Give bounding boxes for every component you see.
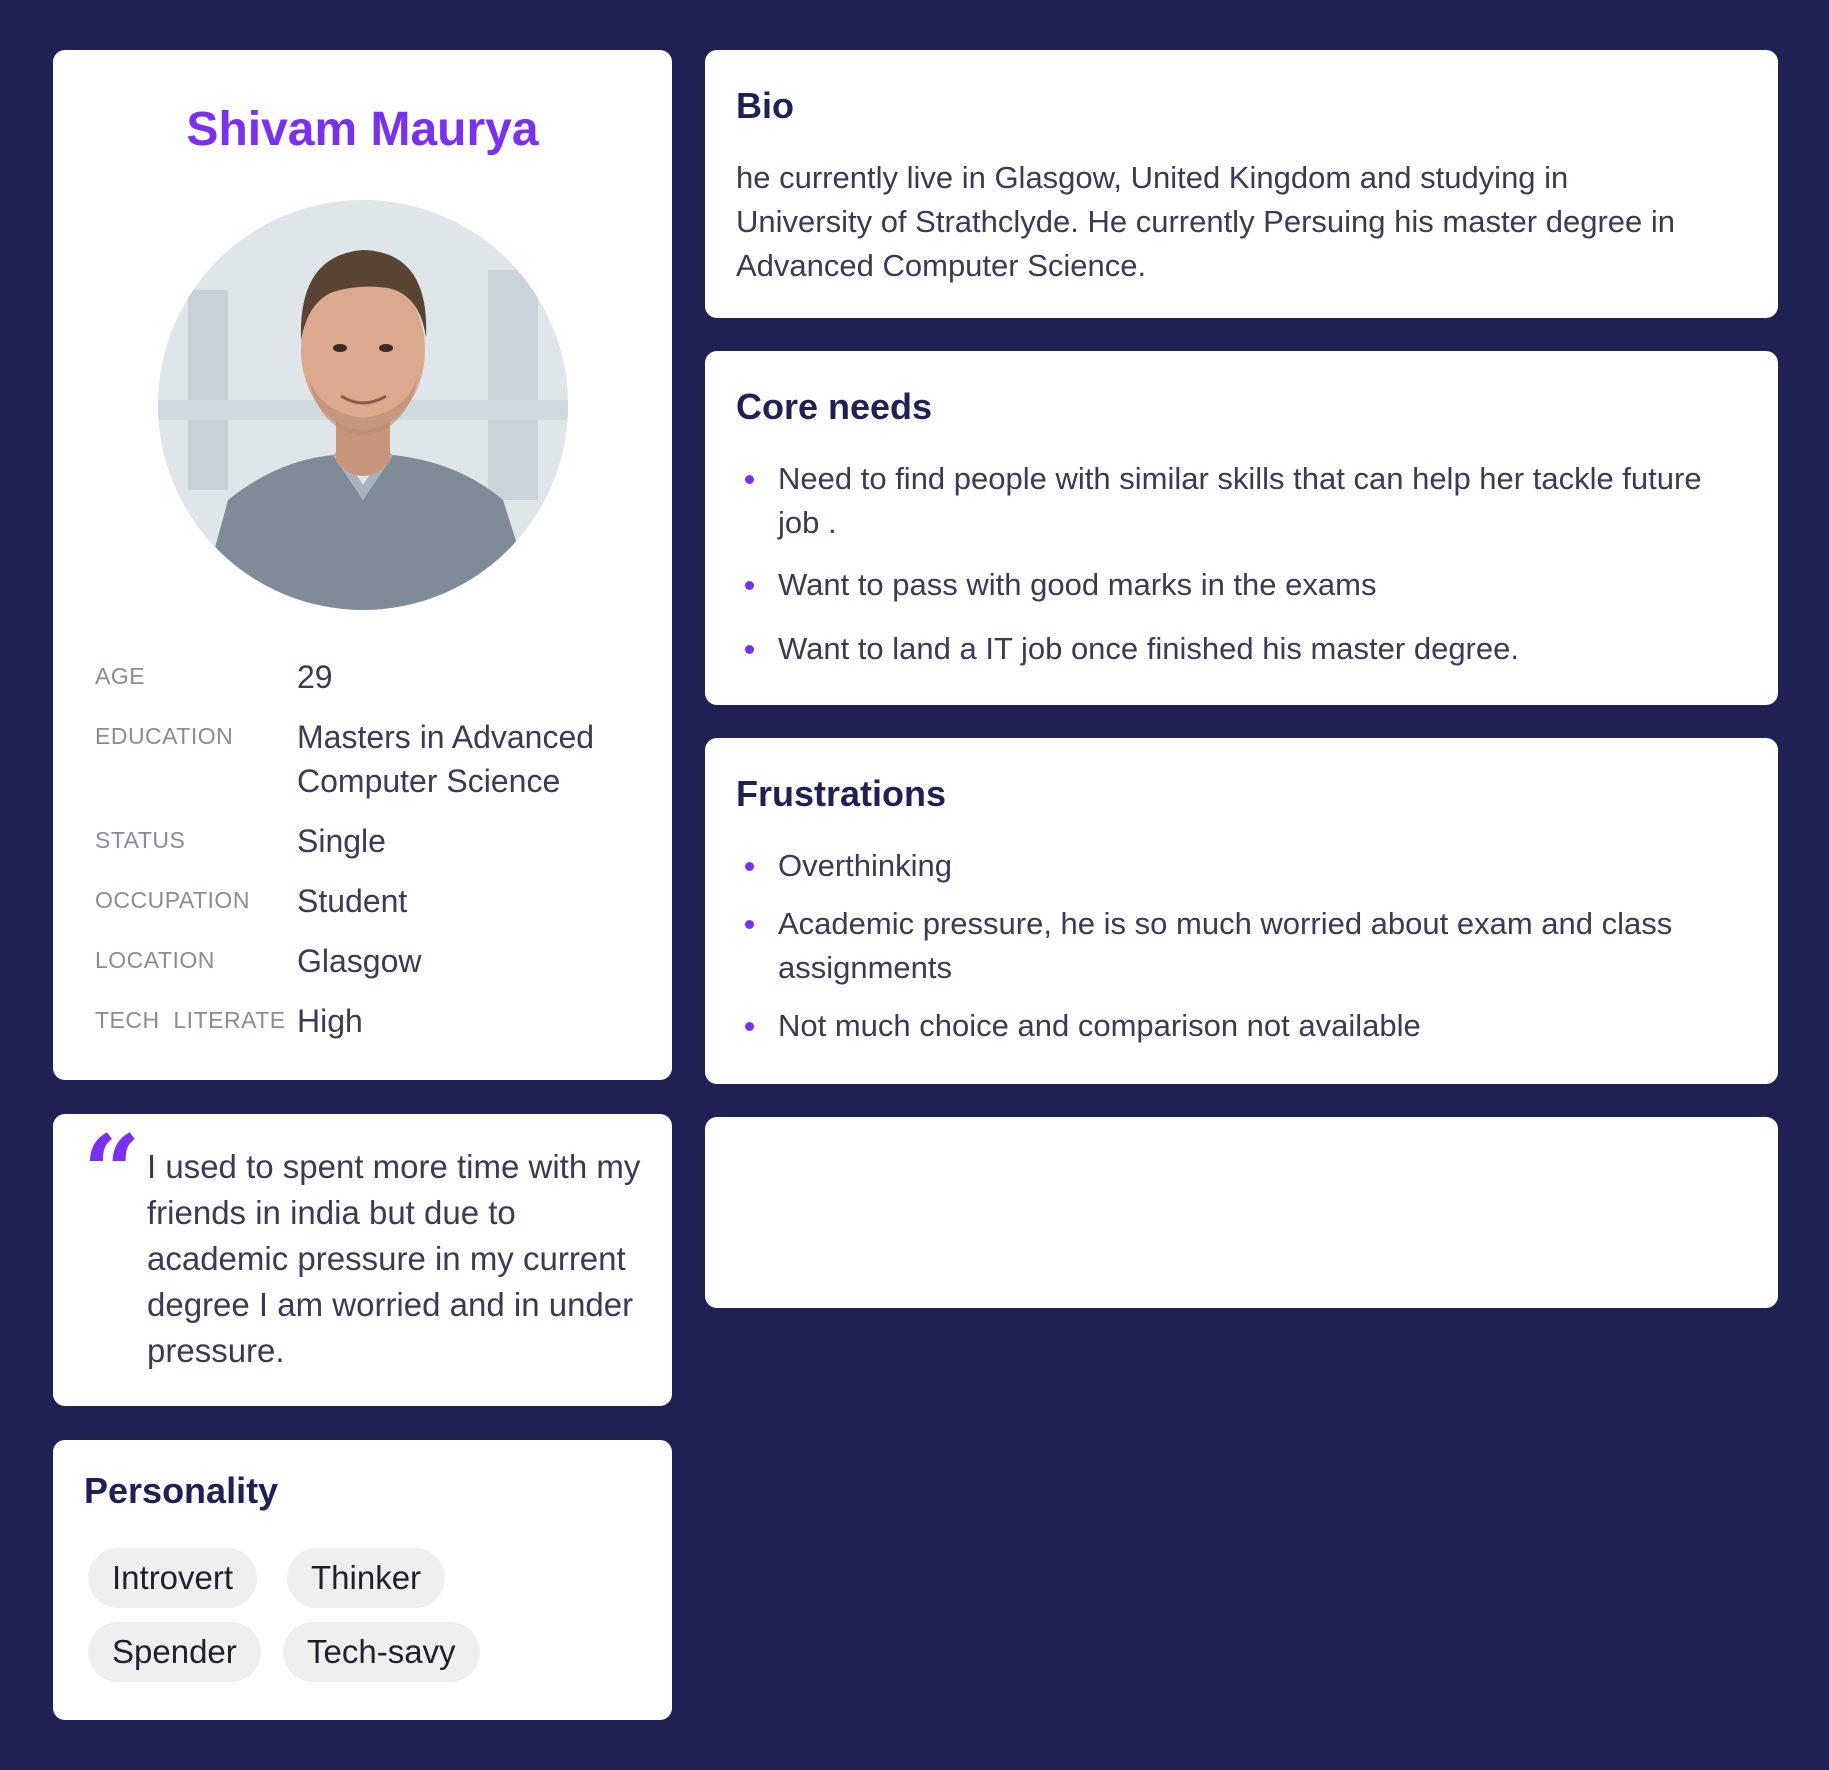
info-value: Single: [297, 823, 386, 859]
quote-text: I used to spent more time with my friend…: [147, 1148, 641, 1369]
bio-title: Bio: [736, 85, 794, 126]
list-item: Academic pressure, he is so much worried…: [736, 902, 1746, 990]
info-value: Glasgow: [297, 943, 422, 979]
info-label: EDUCATION: [95, 723, 234, 749]
info-value: High: [297, 1003, 363, 1039]
list-item-text: Not much choice and comparison not avail…: [778, 1008, 1421, 1043]
core-needs-card: Core needs Need to find people with simi…: [705, 351, 1778, 705]
bullet-icon: [745, 1022, 754, 1031]
info-value: Student: [297, 883, 408, 919]
quote-icon: “: [83, 1113, 141, 1231]
core-needs-list: Need to find people with similar skills …: [736, 457, 1746, 671]
bullet-icon: [745, 581, 754, 590]
list-item: Not much choice and comparison not avail…: [736, 1004, 1746, 1048]
list-item: Want to pass with good marks in the exam…: [736, 563, 1746, 607]
profile-card: Shivam Maurya AGE 29 EDUCATION Masters i…: [53, 50, 672, 1080]
bullet-icon: [745, 862, 754, 871]
trait-chip: Tech-savy: [283, 1622, 480, 1682]
bio-text: he currently live in Glasgow, United Kin…: [736, 160, 1676, 283]
info-label: STATUS: [95, 827, 186, 853]
quote-card: “ I used to spent more time with my frie…: [53, 1114, 672, 1406]
info-label: OCCUPATION: [95, 887, 250, 913]
frustrations-title: Frustrations: [736, 773, 947, 814]
list-item-text: Overthinking: [778, 848, 953, 883]
persona-name: Shivam Maurya: [186, 103, 539, 156]
info-label: LOCATION: [95, 947, 215, 973]
bullet-icon: [745, 645, 754, 654]
frustrations-card: Frustrations Overthinking Academic press…: [705, 738, 1778, 1084]
list-item: Want to land a IT job once finished his …: [736, 627, 1746, 671]
person-photo-icon: [158, 200, 568, 610]
bio-card: Bio he currently live in Glasgow, United…: [705, 50, 1778, 318]
list-item: Need to find people with similar skills …: [736, 457, 1718, 545]
list-item-text: Want to pass with good marks in the exam…: [778, 567, 1377, 602]
list-item-text: Need to find people with similar skills …: [778, 461, 1702, 540]
info-label: AGE: [95, 663, 146, 689]
trait-chip: Thinker: [287, 1548, 446, 1608]
personality-title: Personality: [84, 1470, 279, 1511]
frustrations-list: Overthinking Academic pressure, he is so…: [736, 844, 1746, 1048]
personality-card: Personality Introvert Thinker Spender Te…: [53, 1440, 672, 1720]
bullet-icon: [745, 475, 754, 484]
list-item-text: Want to land a IT job once finished his …: [778, 631, 1519, 666]
list-item-text: Academic pressure, he is so much worried…: [778, 906, 1673, 985]
core-needs-title: Core needs: [736, 386, 933, 427]
avatar: [158, 200, 568, 610]
info-value: Masters in Advanced Computer Science: [297, 719, 595, 799]
bullet-icon: [745, 920, 754, 929]
empty-card: [705, 1117, 1778, 1308]
trait-chip: Spender: [88, 1622, 261, 1682]
info-label: TECH LITERATE: [95, 1007, 286, 1033]
trait-chip: Introvert: [88, 1548, 258, 1608]
list-item: Overthinking: [736, 844, 1746, 888]
info-value: 29: [297, 659, 333, 695]
